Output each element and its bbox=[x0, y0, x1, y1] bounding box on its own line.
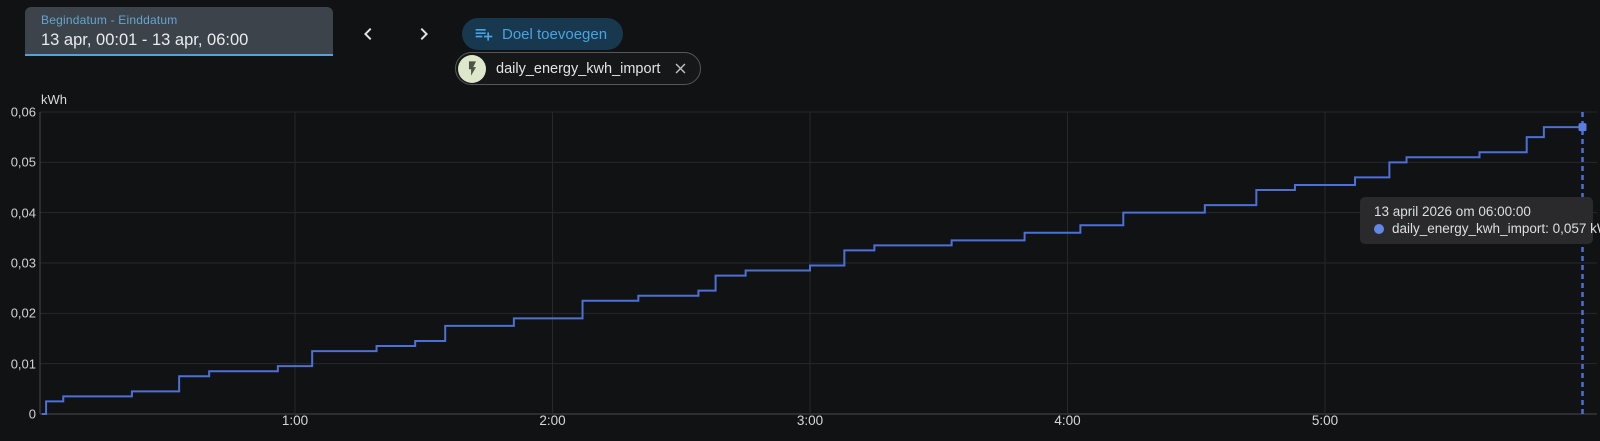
date-range-value: 13 apr, 00:01 - 13 apr, 06:00 bbox=[41, 31, 249, 49]
tooltip-timestamp: 13 april 2026 om 06:00:00 bbox=[1374, 204, 1531, 219]
y-tick-label: 0 bbox=[28, 406, 36, 422]
y-tick-label: 0,05 bbox=[10, 154, 36, 170]
x-tick-label: 5:00 bbox=[1311, 413, 1339, 428]
chip-remove-button[interactable] bbox=[670, 59, 690, 79]
x-tick-label: 1:00 bbox=[281, 413, 309, 428]
y-tick-label: 0,02 bbox=[10, 305, 36, 321]
date-range-field[interactable]: Begindatum - Einddatum 13 apr, 00:01 - 1… bbox=[25, 7, 333, 56]
next-period-button[interactable] bbox=[411, 21, 437, 47]
close-icon bbox=[675, 63, 686, 74]
y-axis-unit-label: kWh bbox=[41, 92, 67, 107]
previous-period-button[interactable] bbox=[355, 21, 381, 47]
tooltip-series-value: daily_energy_kwh_import: 0,057 kWh bbox=[1392, 221, 1600, 236]
flash-bolt-icon bbox=[468, 61, 476, 76]
chart-area: kWh 0 0,01 0,02 0,03 0,04 0,05 0,06 1:00 2:00 3:0… bbox=[0, 0, 1600, 441]
date-range-label: Begindatum - Einddatum bbox=[41, 13, 178, 27]
series-color-dot-icon bbox=[1374, 223, 1384, 234]
x-tick-label: 3:00 bbox=[796, 413, 824, 428]
y-tick-label: 0,06 bbox=[10, 104, 36, 120]
chevron-right-icon bbox=[420, 28, 428, 40]
add-goal-label: Doel toevoegen bbox=[502, 25, 608, 43]
energy-statistics-page: kWh 0 0,01 0,02 0,03 0,04 0,05 0,06 1:00 2:00 3:0… bbox=[0, 0, 1600, 441]
add-goal-button[interactable]: Doel toevoegen bbox=[462, 18, 624, 50]
y-tick-label: 0,03 bbox=[10, 255, 36, 271]
entity-filter-chip[interactable]: daily_energy_kwh_import bbox=[455, 52, 702, 85]
y-tick-label: 0,01 bbox=[10, 356, 36, 372]
x-tick-label: 4:00 bbox=[1054, 413, 1081, 428]
playlist-plus-icon bbox=[475, 29, 493, 41]
chevron-left-icon bbox=[364, 28, 372, 40]
chart-tooltip: 13 april 2026 om 06:00:00 daily_energy_k… bbox=[1360, 197, 1600, 244]
x-tick-label: 2:00 bbox=[539, 413, 566, 428]
y-tick-label: 0,04 bbox=[10, 205, 36, 221]
entity-avatar bbox=[458, 54, 486, 83]
entity-chip-label: daily_energy_kwh_import bbox=[496, 60, 661, 77]
